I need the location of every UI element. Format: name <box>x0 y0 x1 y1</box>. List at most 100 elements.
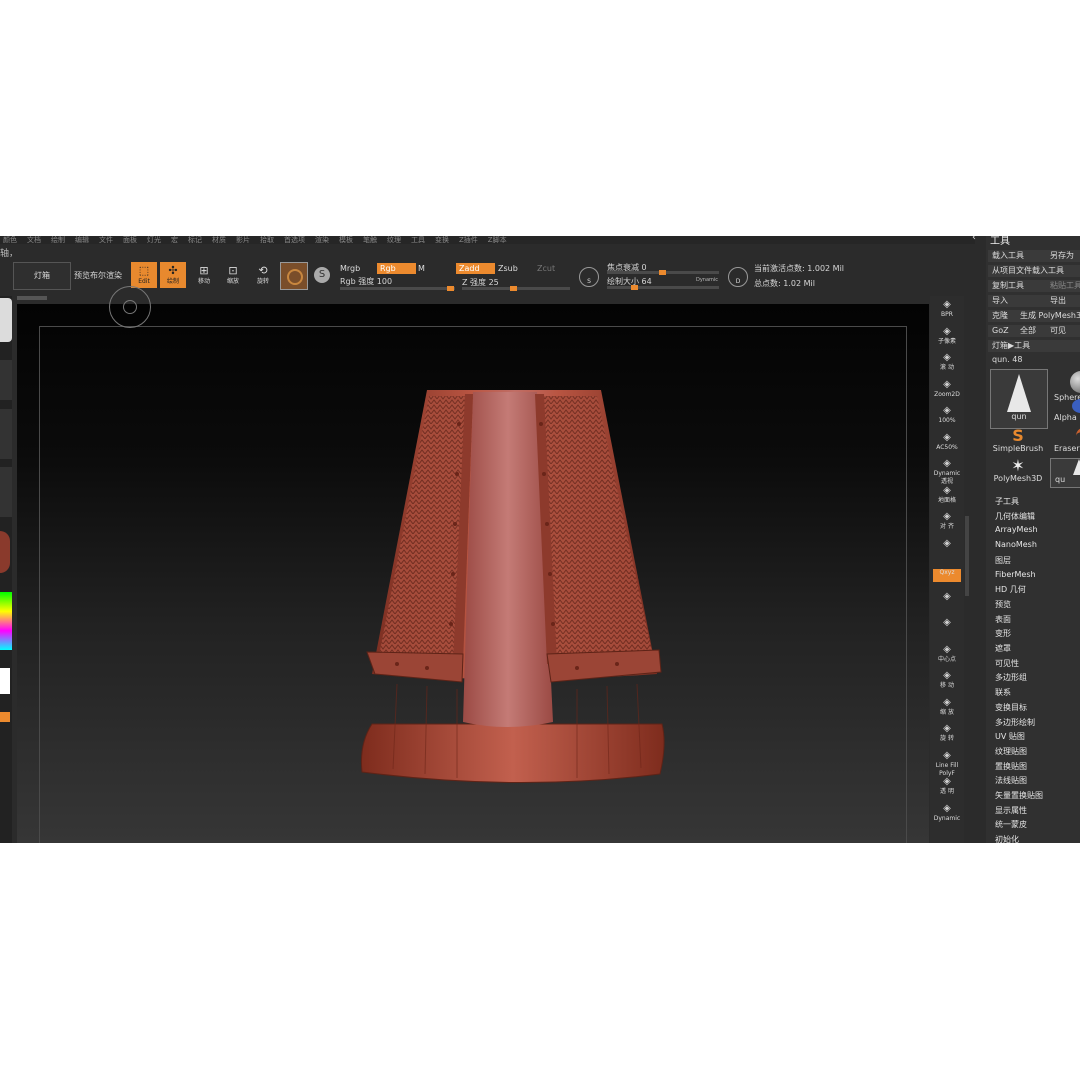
menu-item[interactable]: Z脚本 <box>488 236 507 244</box>
subpalette-item[interactable]: ArrayMesh <box>995 525 1038 534</box>
menu-item[interactable]: 变换 <box>435 236 449 244</box>
menu-item[interactable]: Z插件 <box>459 236 478 244</box>
right-toolbar-button[interactable]: ◈ 子像素 <box>933 325 961 349</box>
load-tool-button[interactable]: 载入工具 <box>988 250 1047 262</box>
subpalette-item[interactable]: 统一蒙皮 <box>995 819 1027 830</box>
subpalette-item[interactable]: 预览 <box>995 599 1011 610</box>
right-toolbar-button[interactable]: ◈ 地面格 <box>933 484 961 508</box>
tool-thumb-qun[interactable]: qun <box>990 369 1048 429</box>
right-toolbar-button[interactable]: ◈ <box>933 616 961 640</box>
menu-item[interactable]: 笔触 <box>363 236 377 244</box>
subpalette-item[interactable]: 纹理贴图 <box>995 746 1027 757</box>
tool-thumb-polymesh3d[interactable]: ✶ PolyMesh3D <box>990 458 1046 486</box>
subpalette-item[interactable]: 法线贴图 <box>995 775 1027 786</box>
z-intensity-handle[interactable] <box>510 286 517 291</box>
menu-item[interactable]: 影片 <box>236 236 250 244</box>
right-toolbar-button[interactable]: ◈ 透 明 <box>933 775 961 799</box>
subpalette-item[interactable]: FiberMesh <box>995 570 1036 579</box>
right-toolbar-button[interactable]: ◈ 中心点 <box>933 643 961 667</box>
collapse-icon[interactable]: ‹ <box>972 236 976 243</box>
focal-shift-handle[interactable] <box>659 270 666 275</box>
menu-item[interactable]: 拾取 <box>260 236 274 244</box>
stroke-icon[interactable]: S <box>314 267 330 283</box>
zcut-toggle[interactable]: Zcut <box>534 263 573 274</box>
tool-thumb-simplebrush[interactable]: S SimpleBrush <box>990 428 1046 456</box>
subpalette-item[interactable]: HD 几何 <box>995 584 1026 595</box>
menu-item[interactable]: 工具 <box>411 236 425 244</box>
material-swatch[interactable] <box>280 262 308 290</box>
material-sphere-icon[interactable] <box>0 531 10 573</box>
stroke-slot[interactable] <box>0 360 12 400</box>
subpalette-item[interactable]: 表面 <box>995 614 1011 625</box>
main-color-swatch[interactable] <box>0 668 10 694</box>
goz-visible-button[interactable]: 可见 <box>1046 325 1080 337</box>
brush-icon[interactable] <box>0 298 12 342</box>
menu-item[interactable]: 文档 <box>27 236 41 244</box>
menu-item[interactable]: 颜色 <box>3 236 17 244</box>
texture-slot[interactable] <box>0 467 12 517</box>
menu-item[interactable]: 文件 <box>99 236 113 244</box>
subpalette-item[interactable]: 置换贴图 <box>995 761 1027 772</box>
rgb-toggle[interactable]: Rgb <box>377 263 416 274</box>
zadd-toggle[interactable]: Zadd <box>456 263 495 274</box>
right-toolbar-button[interactable]: Qxyz <box>933 569 961 582</box>
secondary-color-swatch[interactable] <box>0 712 10 722</box>
menu-item[interactable]: 编辑 <box>75 236 89 244</box>
menu-item[interactable]: 模板 <box>339 236 353 244</box>
menu-item[interactable]: 面板 <box>123 236 137 244</box>
tool-thumb-alpha[interactable]: Alpha <box>1050 399 1080 427</box>
subpalette-item[interactable]: 几何体编辑 <box>995 511 1035 522</box>
skirt-mesh[interactable] <box>17 304 929 843</box>
right-toolbar-button[interactable]: ◈ Line Fill PolyF <box>933 749 961 777</box>
menu-item[interactable]: 材质 <box>212 236 226 244</box>
lightbox-tools-button[interactable]: 灯箱▶工具 <box>988 340 1080 352</box>
subpalette-item[interactable]: NanoMesh <box>995 540 1037 549</box>
z-intensity-slider[interactable] <box>462 286 570 291</box>
canvas-viewport[interactable] <box>17 286 929 843</box>
subpalette-item[interactable]: 遮罩 <box>995 643 1011 654</box>
right-toolbar-button[interactable]: ◈ 移 动 <box>933 669 961 693</box>
draw-size-handle[interactable] <box>631 285 638 290</box>
right-toolbar-button[interactable]: ◈ AC50% <box>933 431 961 455</box>
lightbox-button[interactable]: 灯箱 <box>13 262 71 290</box>
viewport-scroll-handle[interactable] <box>17 296 47 300</box>
tool-thumb-eraser[interactable]: Eraser <box>1050 428 1080 456</box>
subpalette-item[interactable]: 显示属性 <box>995 805 1027 816</box>
move-button[interactable]: ⊞ 移动 <box>191 262 217 288</box>
subpalette-item[interactable]: 联系 <box>995 687 1011 698</box>
subpalette-item[interactable]: 图层 <box>995 555 1011 566</box>
menu-item[interactable]: 首选项 <box>284 236 305 244</box>
m-toggle[interactable]: M <box>415 263 456 274</box>
subpalette-item[interactable]: 变换目标 <box>995 702 1027 713</box>
subpalette-item[interactable]: 多边形绘制 <box>995 717 1035 728</box>
load-from-project-button[interactable]: 从项目文件载入工具 <box>988 265 1080 277</box>
focal-shift-slider[interactable] <box>607 270 719 275</box>
copy-tool-button[interactable]: 复制工具 <box>988 280 1047 292</box>
tool-thumb-qu[interactable]: qu <box>1050 458 1080 488</box>
subpalette-item[interactable]: 子工具 <box>995 496 1019 507</box>
menu-item[interactable]: 标记 <box>188 236 202 244</box>
right-toolbar-button[interactable]: ◈ 对 齐 <box>933 510 961 534</box>
right-toolbar-button[interactable]: ◈ Zoom2D <box>933 378 961 402</box>
mrgb-toggle[interactable]: Mrgb <box>337 263 378 274</box>
goz-all-button[interactable]: 全部 <box>1016 325 1046 337</box>
import-button[interactable]: 导入 <box>988 295 1047 307</box>
focal-shift-icon[interactable]: S <box>579 267 599 287</box>
zsub-toggle[interactable]: Zsub <box>495 263 534 274</box>
menu-item[interactable]: 绘制 <box>51 236 65 244</box>
subpalette-item[interactable]: UV 贴图 <box>995 731 1025 742</box>
make-polymesh-button[interactable]: 生成 PolyMesh3D <box>1016 310 1080 322</box>
color-picker[interactable] <box>0 592 12 650</box>
rotate-button[interactable]: ⟲ 旋转 <box>250 262 276 288</box>
alpha-slot[interactable] <box>0 409 12 459</box>
right-toolbar-button[interactable]: ◈ 100% <box>933 404 961 428</box>
right-toolbar-button[interactable]: ◈ 旋 转 <box>933 722 961 746</box>
right-toolbar-button[interactable]: ◈ 滚 动 <box>933 351 961 375</box>
menu-item[interactable]: 纹理 <box>387 236 401 244</box>
right-shelf-scrollbar[interactable] <box>965 516 969 596</box>
subpalette-item[interactable]: 变形 <box>995 628 1011 639</box>
right-toolbar-button[interactable]: ◈ Dynamic 透视 <box>933 457 961 485</box>
draw-size-slider[interactable] <box>607 285 719 290</box>
menu-item[interactable]: 宏 <box>171 236 178 244</box>
menu-item[interactable]: 灯光 <box>147 236 161 244</box>
